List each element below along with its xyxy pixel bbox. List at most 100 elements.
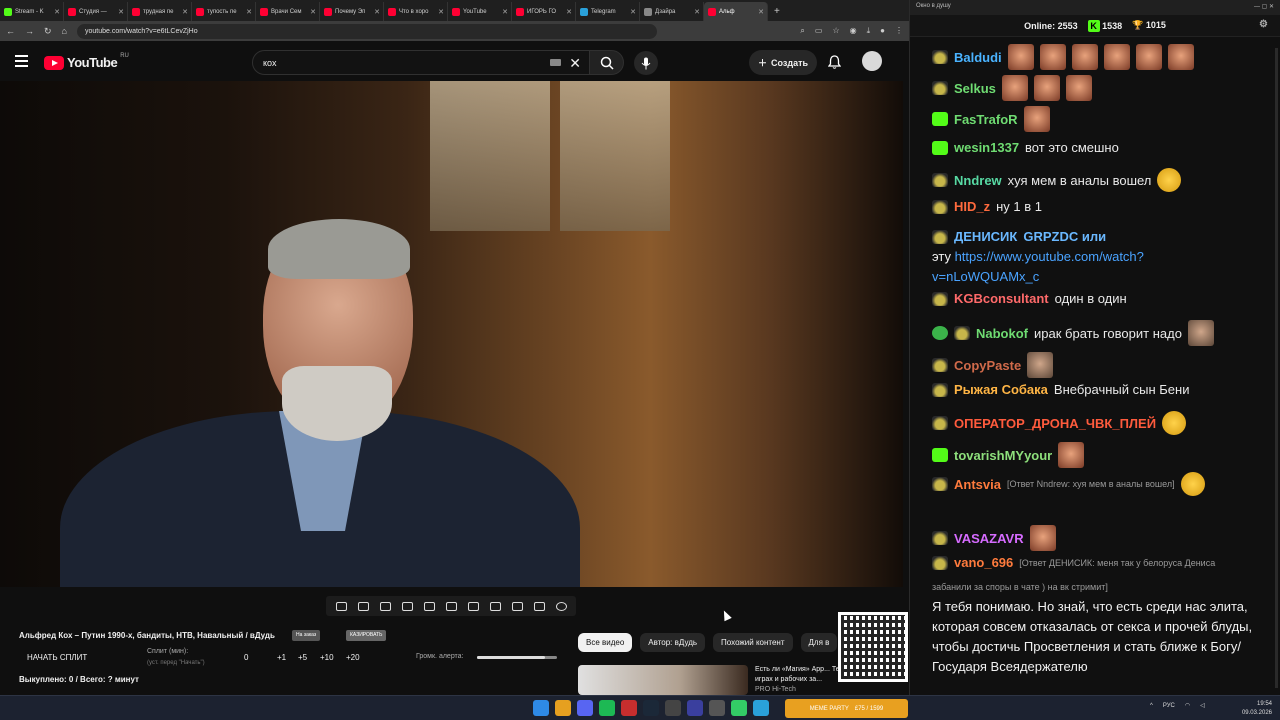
forward-icon[interactable]: → — [25, 26, 34, 36]
browser-tab[interactable]: Врачи Сем ✕ — [256, 2, 320, 21]
close-tab-icon[interactable]: ✕ — [566, 8, 572, 16]
browser-tab[interactable]: Студия — ✕ — [64, 2, 128, 21]
browser-tab[interactable]: YouTube ✕ — [448, 2, 512, 21]
keyboard-icon[interactable] — [550, 59, 561, 66]
telegram-icon[interactable] — [753, 700, 769, 716]
chat-username[interactable]: Рыжая Собака — [954, 382, 1048, 397]
chrome-icon[interactable] — [555, 700, 571, 716]
add-icon[interactable] — [489, 601, 501, 611]
cast-icon[interactable]: ▭ — [815, 26, 823, 36]
close-tab-icon[interactable]: ✕ — [246, 8, 252, 16]
chat-username[interactable]: FasTrafoR — [954, 112, 1018, 127]
close-tab-icon[interactable]: ✕ — [694, 8, 700, 16]
menu-icon[interactable]: ⋮ — [895, 26, 903, 36]
clear-search-icon[interactable]: ✕ — [569, 55, 581, 72]
youtube-logo[interactable]: YouTube RU — [44, 53, 129, 70]
split-add-20-button[interactable]: +20 — [346, 653, 360, 662]
url-field[interactable]: youtube.com/watch?v=e6tLCevZjHo — [76, 23, 657, 39]
watch-later-icon[interactable] — [379, 601, 391, 611]
close-tab-icon[interactable]: ✕ — [118, 8, 124, 16]
new-tab-button[interactable]: + — [774, 2, 780, 21]
loop-icon[interactable] — [335, 601, 347, 611]
app-icon[interactable] — [709, 700, 725, 716]
hamburger-menu-icon[interactable] — [15, 55, 28, 70]
chat-username[interactable]: vano_696 — [954, 555, 1013, 570]
home-icon[interactable]: ⌂ — [62, 26, 67, 36]
search-button[interactable] — [589, 50, 624, 75]
voice-search-button[interactable] — [634, 51, 658, 75]
chat-username[interactable]: Antsvia — [954, 477, 1001, 492]
chip-author[interactable]: Автор: вДудь — [640, 633, 706, 652]
chat-username[interactable]: ОПЕРАТОР_ДРОНА_ЧВК_ПЛЕЙ — [954, 416, 1156, 431]
browser-tab[interactable]: тупость пе ✕ — [192, 2, 256, 21]
chat-username[interactable]: Nndrew — [954, 173, 1002, 188]
order-chip[interactable]: На заказ — [292, 630, 321, 641]
steam-icon[interactable] — [643, 700, 659, 716]
split-add-10-button[interactable]: +10 — [320, 653, 334, 662]
browser-tab[interactable]: Альф ✕ — [704, 2, 768, 21]
app-icon[interactable] — [731, 700, 747, 716]
split-add-5-button[interactable]: +5 — [298, 653, 307, 662]
browser-tab[interactable]: трудная пе ✕ — [128, 2, 192, 21]
chat-username[interactable]: Baldudi — [954, 50, 1002, 65]
recommended-thumbnail[interactable] — [578, 665, 748, 695]
playlist-icon[interactable] — [401, 601, 413, 611]
meme-party-widget[interactable]: MEME PARTY £75 / 1599 — [785, 699, 908, 718]
chip-all-videos[interactable]: Все видео — [578, 633, 633, 652]
chat-window-controls[interactable]: — ▢ ✕ — [1254, 3, 1274, 12]
create-button[interactable]: ＋ Создать — [749, 50, 817, 75]
language-indicator[interactable]: РУС — [1163, 703, 1175, 709]
chat-username[interactable]: HID_z — [954, 199, 990, 214]
reload-icon[interactable]: ↻ — [44, 26, 52, 37]
audio-icon[interactable] — [357, 601, 369, 611]
close-tab-icon[interactable]: ✕ — [438, 8, 444, 16]
settings-gear-icon[interactable] — [555, 601, 567, 611]
clock[interactable]: 19:54 09.03.2026 — [1242, 700, 1272, 718]
browser-tab[interactable]: Что в хоро ✕ — [384, 2, 448, 21]
close-tab-icon[interactable]: ✕ — [54, 8, 60, 16]
speed-icon[interactable] — [467, 601, 479, 611]
chat-settings-icon[interactable]: ⚙ — [1259, 19, 1268, 30]
tray-chevron-icon[interactable]: ^ — [1150, 703, 1153, 709]
video-player[interactable] — [0, 81, 903, 587]
casino-chip[interactable]: КАЗИРОВАТЬ — [346, 630, 387, 641]
profile-icon[interactable]: ● — [880, 26, 885, 36]
chat-username[interactable]: Nabokof — [976, 326, 1028, 341]
back-icon[interactable]: ← — [6, 26, 15, 36]
app-icon[interactable] — [687, 700, 703, 716]
download-icon[interactable]: ⤓ — [867, 26, 871, 36]
youtube-link[interactable]: https://www.youtube.com/watch? — [955, 249, 1144, 264]
discord-icon[interactable] — [577, 700, 593, 716]
start-split-button[interactable]: НАЧАТЬ СПЛИТ — [27, 653, 87, 662]
extension-icon[interactable]: ◉ — [850, 26, 857, 36]
star-icon[interactable]: ☆ — [832, 26, 839, 36]
search-input[interactable]: кох ✕ — [252, 50, 590, 75]
browser-tab[interactable]: Дзайра ✕ — [640, 2, 704, 21]
close-tab-icon[interactable]: ✕ — [310, 8, 316, 16]
wifi-icon[interactable]: ◠ — [1185, 702, 1190, 709]
split-add-1-button[interactable]: +1 — [277, 653, 286, 662]
flask-icon[interactable] — [533, 601, 545, 611]
browser-tab[interactable]: ИГОРЬ ГО ✕ — [512, 2, 576, 21]
volume-icon[interactable]: ◁ — [1200, 702, 1205, 709]
youtube-link-cont[interactable]: v=nLoWQUAMx_c — [932, 269, 1039, 284]
chat-username[interactable]: VASAZAVR — [954, 531, 1024, 546]
chat-username[interactable]: CopyPaste — [954, 358, 1021, 373]
chat-username[interactable]: ДЕНИСИК — [954, 229, 1017, 244]
subtitles-icon[interactable] — [445, 601, 457, 611]
app-icon[interactable] — [621, 700, 637, 716]
screenshot-icon[interactable] — [511, 601, 523, 611]
browser-tab[interactable]: Stream - K ✕ — [0, 2, 64, 21]
close-tab-icon[interactable]: ✕ — [630, 8, 636, 16]
alert-volume-slider[interactable] — [477, 656, 557, 659]
close-tab-icon[interactable]: ✕ — [758, 8, 764, 16]
chat-username[interactable]: wesin1337 — [954, 140, 1019, 155]
user-avatar[interactable] — [862, 51, 882, 71]
start-icon[interactable] — [533, 700, 549, 716]
spotify-icon[interactable] — [599, 700, 615, 716]
browser-tab[interactable]: Почему Эп ✕ — [320, 2, 384, 21]
notifications-bell-icon[interactable] — [827, 55, 842, 74]
chip-for-you[interactable]: Для в — [800, 633, 838, 652]
zoom-icon[interactable]: ⌕ — [800, 26, 804, 36]
close-tab-icon[interactable]: ✕ — [502, 8, 508, 16]
